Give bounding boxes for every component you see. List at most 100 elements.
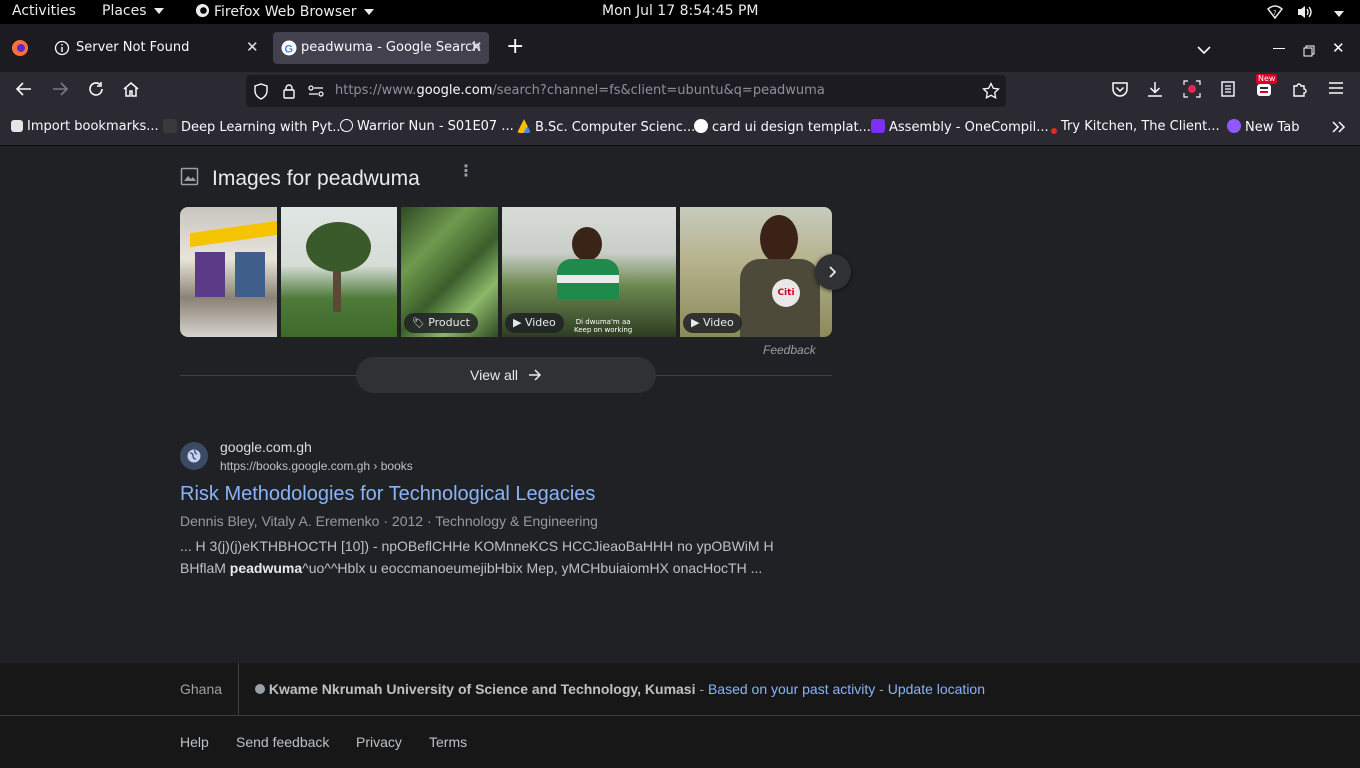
extension-icon[interactable]: New [1253, 74, 1278, 102]
image-thumbnail-plant[interactable]: 🏷︎ Product [401, 207, 498, 337]
tab-server-not-found[interactable]: Server Not Found ✕ [46, 32, 268, 64]
url-text[interactable]: https://www.google.com/search?channel=fs… [335, 83, 825, 98]
result-site-name: google.com.gh [220, 439, 312, 455]
tab-title: peadwuma - Google Search [301, 40, 481, 55]
system-top-bar: Activities Places Firefox Web Browser Mo… [0, 0, 1360, 24]
sign-decoration [190, 220, 277, 248]
google-drive-icon [517, 119, 531, 133]
links-footer: Help Send feedback Privacy Terms [0, 716, 1360, 768]
reader-view-icon[interactable] [1217, 80, 1239, 102]
screen-recorder-icon[interactable] [1181, 80, 1203, 102]
network-icon[interactable]: ? [1266, 4, 1284, 24]
privacy-link[interactable]: Privacy [356, 734, 402, 750]
image-thumbnail-video-man-sitting[interactable]: Di dwuma'm aa Keep on working ▶ Video [502, 207, 676, 337]
close-tab-icon[interactable]: ✕ [246, 38, 259, 56]
help-link[interactable]: Help [180, 734, 209, 750]
bookmark-assembly-onecompiler[interactable]: Assembly - OneCompil... [871, 119, 1049, 135]
bookmark-label: Warrior Nun - S01E07 ... [357, 119, 514, 134]
minimize-icon[interactable] [1273, 48, 1285, 49]
bookmark-card-ui-design[interactable]: card ui design templat... [694, 119, 871, 135]
bookmark-deep-learning[interactable]: Deep Learning with Pyt... [163, 119, 345, 135]
clock[interactable]: Mon Jul 17 8:54:45 PM [602, 3, 759, 19]
bookmark-label: Deep Learning with Pyt... [181, 120, 345, 135]
back-arrow-icon[interactable] [13, 80, 35, 102]
bookmark-import[interactable]: Import bookmarks... [11, 119, 159, 134]
snippet-highlight: peadwuma [229, 560, 303, 576]
bookmark-star-icon[interactable] [982, 82, 1000, 100]
product-chip: 🏷︎ Product [404, 313, 478, 333]
result-url[interactable]: https://books.google.com.gh › books [220, 459, 413, 473]
bookmarks-toolbar: Import bookmarks... Deep Learning with P… [0, 110, 1360, 146]
feedback-link[interactable]: Feedback [763, 343, 816, 357]
hamburger-menu-icon[interactable] [1325, 80, 1347, 102]
terms-link[interactable]: Terms [429, 734, 467, 750]
app-menu-label: Firefox Web Browser [214, 4, 357, 20]
location-name: Kwame Nkrumah University of Science and … [268, 681, 696, 697]
tag-icon: 🏷︎ [412, 318, 425, 329]
firefox-icon [195, 3, 210, 18]
permissions-icon[interactable] [308, 85, 324, 97]
view-all-label: View all [470, 367, 519, 383]
list-all-tabs-chevron-icon[interactable] [1197, 40, 1211, 59]
more-options-icon[interactable]: ⋮ [458, 163, 474, 179]
bookmark-bsc-computer-science[interactable]: B.Sc. Computer Scienc... [517, 119, 695, 135]
tracking-protection-shield-icon[interactable] [253, 83, 269, 100]
home-icon[interactable] [120, 80, 142, 102]
more-bookmarks-chevron-icon[interactable] [1331, 119, 1347, 139]
volume-icon[interactable] [1296, 4, 1314, 24]
image-thumbnail-palm-tree[interactable] [281, 207, 397, 337]
chevron-down-icon [363, 9, 374, 15]
close-tab-icon[interactable]: ✕ [470, 38, 483, 56]
result-meta: Dennis Bley, Vitaly A. Eremenko · 2012 ·… [180, 513, 598, 529]
bookmark-label: B.Sc. Computer Scienc... [535, 120, 696, 135]
send-feedback-link[interactable]: Send feedback [236, 734, 329, 750]
arrow-right-icon [528, 369, 541, 381]
svg-text:G: G [285, 44, 294, 56]
places-menu[interactable]: Places [102, 3, 164, 19]
page-favicon-icon [163, 119, 177, 133]
reload-icon[interactable] [85, 80, 107, 102]
view-all-button[interactable]: View all [356, 357, 656, 393]
result-snippet: ... H 3(j)(j)eKTHBHOCTH [10]) - npOBeflC… [180, 535, 774, 579]
url-bar[interactable]: https://www.google.com/search?channel=fs… [246, 75, 1006, 107]
pocket-icon[interactable] [1109, 80, 1131, 102]
based-on-activity-link[interactable]: Based on your past activity [708, 681, 875, 697]
play-icon: ▶ [513, 316, 522, 329]
image-thumbnail-video-interview[interactable]: Citi ▶ Video [680, 207, 832, 337]
person-shirt [557, 259, 619, 299]
google-g-icon: G [281, 40, 297, 56]
search-results-page: Images for peadwuma ⋮ 🏷︎ Product Di dwum… [0, 146, 1360, 768]
tab-google-search[interactable]: G peadwuma - Google Search ✕ [273, 32, 489, 64]
result-title-link[interactable]: Risk Methodologies for Technological Leg… [180, 483, 595, 506]
next-images-button[interactable] [815, 254, 851, 290]
activities-button[interactable]: Activities [12, 3, 76, 19]
video-chip: ▶ Video [505, 313, 564, 333]
bookmark-warrior-nun[interactable]: Warrior Nun - S01E07 ... [340, 119, 514, 134]
update-location-link[interactable]: Update location [888, 681, 985, 697]
bookmark-new-tab[interactable]: New Tab [1227, 119, 1300, 135]
app-menu[interactable]: Firefox Web Browser [195, 3, 374, 20]
snippet-line-2: BHflaM peadwuma^uo^^Hblx u eoccmanoeumej… [180, 560, 763, 576]
bookmark-try-kitchen[interactable]: Try Kitchen, The Client... [1051, 119, 1220, 134]
play-icon: ▶ [691, 316, 700, 329]
extensions-puzzle-icon[interactable] [1289, 80, 1311, 102]
globe-icon [340, 119, 353, 132]
close-window-icon[interactable]: ✕ [1332, 39, 1345, 57]
lock-icon[interactable] [282, 83, 296, 99]
firefox-view-icon[interactable] [11, 39, 29, 61]
bookmark-label: Try Kitchen, The Client... [1061, 119, 1220, 134]
image-thumbnail-building[interactable] [180, 207, 277, 337]
restore-icon[interactable] [1303, 42, 1315, 61]
system-menu-chevron-icon[interactable] [1334, 6, 1344, 22]
url-prefix: https://www. [335, 83, 417, 98]
new-tab-plus-icon[interactable]: + [506, 36, 524, 58]
tab-title: Server Not Found [76, 40, 190, 55]
svg-text:?: ? [1273, 9, 1277, 17]
site-favicon[interactable] [180, 442, 208, 470]
downloads-icon[interactable] [1144, 80, 1166, 102]
person-head [572, 227, 602, 261]
code-icon [871, 119, 885, 133]
images-heading: Images for peadwuma [212, 167, 420, 190]
import-icon [11, 120, 23, 132]
forward-arrow-icon[interactable] [49, 80, 71, 102]
